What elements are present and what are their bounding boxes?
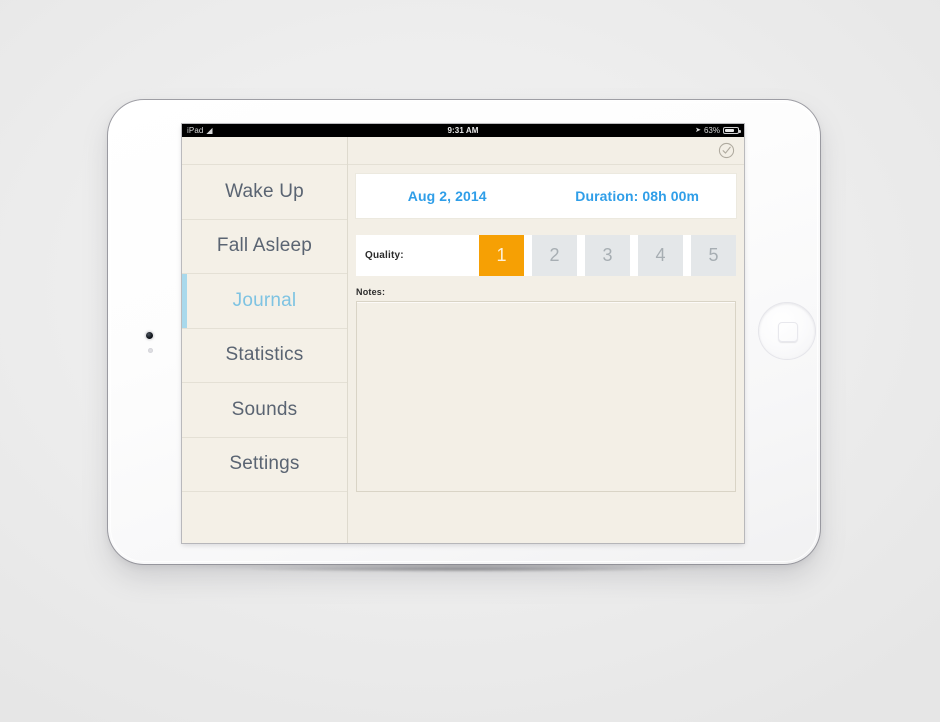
sidebar: Wake Up Fall Asleep Journal Statistics S… [182,137,348,543]
quality-spacer [404,235,471,276]
quality-row: Quality: 1 2 3 4 5 [356,235,736,276]
location-arrow-icon: ➤ [695,127,701,134]
front-camera-icon [146,332,153,339]
quality-option-1[interactable]: 1 [479,235,524,276]
entry-date[interactable]: Aug 2, 2014 [356,188,538,204]
sidebar-item-label: Journal [232,289,297,311]
sidebar-item-sounds[interactable]: Sounds [182,383,347,438]
quality-option-5[interactable]: 5 [691,235,736,276]
battery-icon [723,127,741,134]
sidebar-empty-area [182,492,347,543]
sidebar-item-wake-up[interactable]: Wake Up [182,165,347,220]
app-root: Wake Up Fall Asleep Journal Statistics S… [182,137,744,543]
quality-option-3[interactable]: 3 [585,235,630,276]
content-toolbar [348,137,744,165]
content-pane: Aug 2, 2014 Duration: 08h 00m Quality: 1… [348,137,744,543]
entry-header-bar: Aug 2, 2014 Duration: 08h 00m [356,174,736,218]
ipad-device: iPad ◢ 9:31 AM ➤ 63% Wake Up Fall Asleep… [107,99,821,565]
notes-label: Notes: [356,287,386,297]
status-bar-time: 9:31 AM [447,126,479,135]
device-screen: iPad ◢ 9:31 AM ➤ 63% Wake Up Fall Asleep… [182,124,744,543]
quality-option-2[interactable]: 2 [532,235,577,276]
entry-duration: Duration: 08h 00m [575,188,700,204]
battery-percent-label: 63% [703,126,720,135]
sidebar-item-label: Settings [229,453,300,475]
battery-fill [725,129,734,132]
sidebar-item-statistics[interactable]: Statistics [182,328,347,383]
sidebar-item-fall-asleep[interactable]: Fall Asleep [182,219,347,274]
journal-entry-pane: Aug 2, 2014 Duration: 08h 00m Quality: 1… [348,165,744,543]
sidebar-item-journal[interactable]: Journal [182,274,347,329]
sidebar-item-label: Fall Asleep [216,235,313,257]
sidebar-item-settings[interactable]: Settings [182,437,347,492]
sidebar-item-label: Statistics [225,344,304,366]
quality-label: Quality: [365,250,404,261]
check-circle-icon[interactable] [718,142,735,159]
device-shadow-core [250,566,670,572]
home-button-square-icon [778,322,798,342]
quality-option-4[interactable]: 4 [638,235,683,276]
page-background: iPad ◢ 9:31 AM ➤ 63% Wake Up Fall Asleep… [0,0,940,722]
sidebar-item-label: Wake Up [225,180,304,202]
sidebar-item-label: Sounds [231,398,298,420]
status-bar-right: ➤ 63% [695,124,741,137]
status-bar: iPad ◢ 9:31 AM ➤ 63% [182,124,744,137]
ambient-sensor-icon [148,348,153,353]
notes-input[interactable] [356,301,736,492]
home-button[interactable] [759,303,815,359]
sidebar-header-spacer [182,137,347,165]
